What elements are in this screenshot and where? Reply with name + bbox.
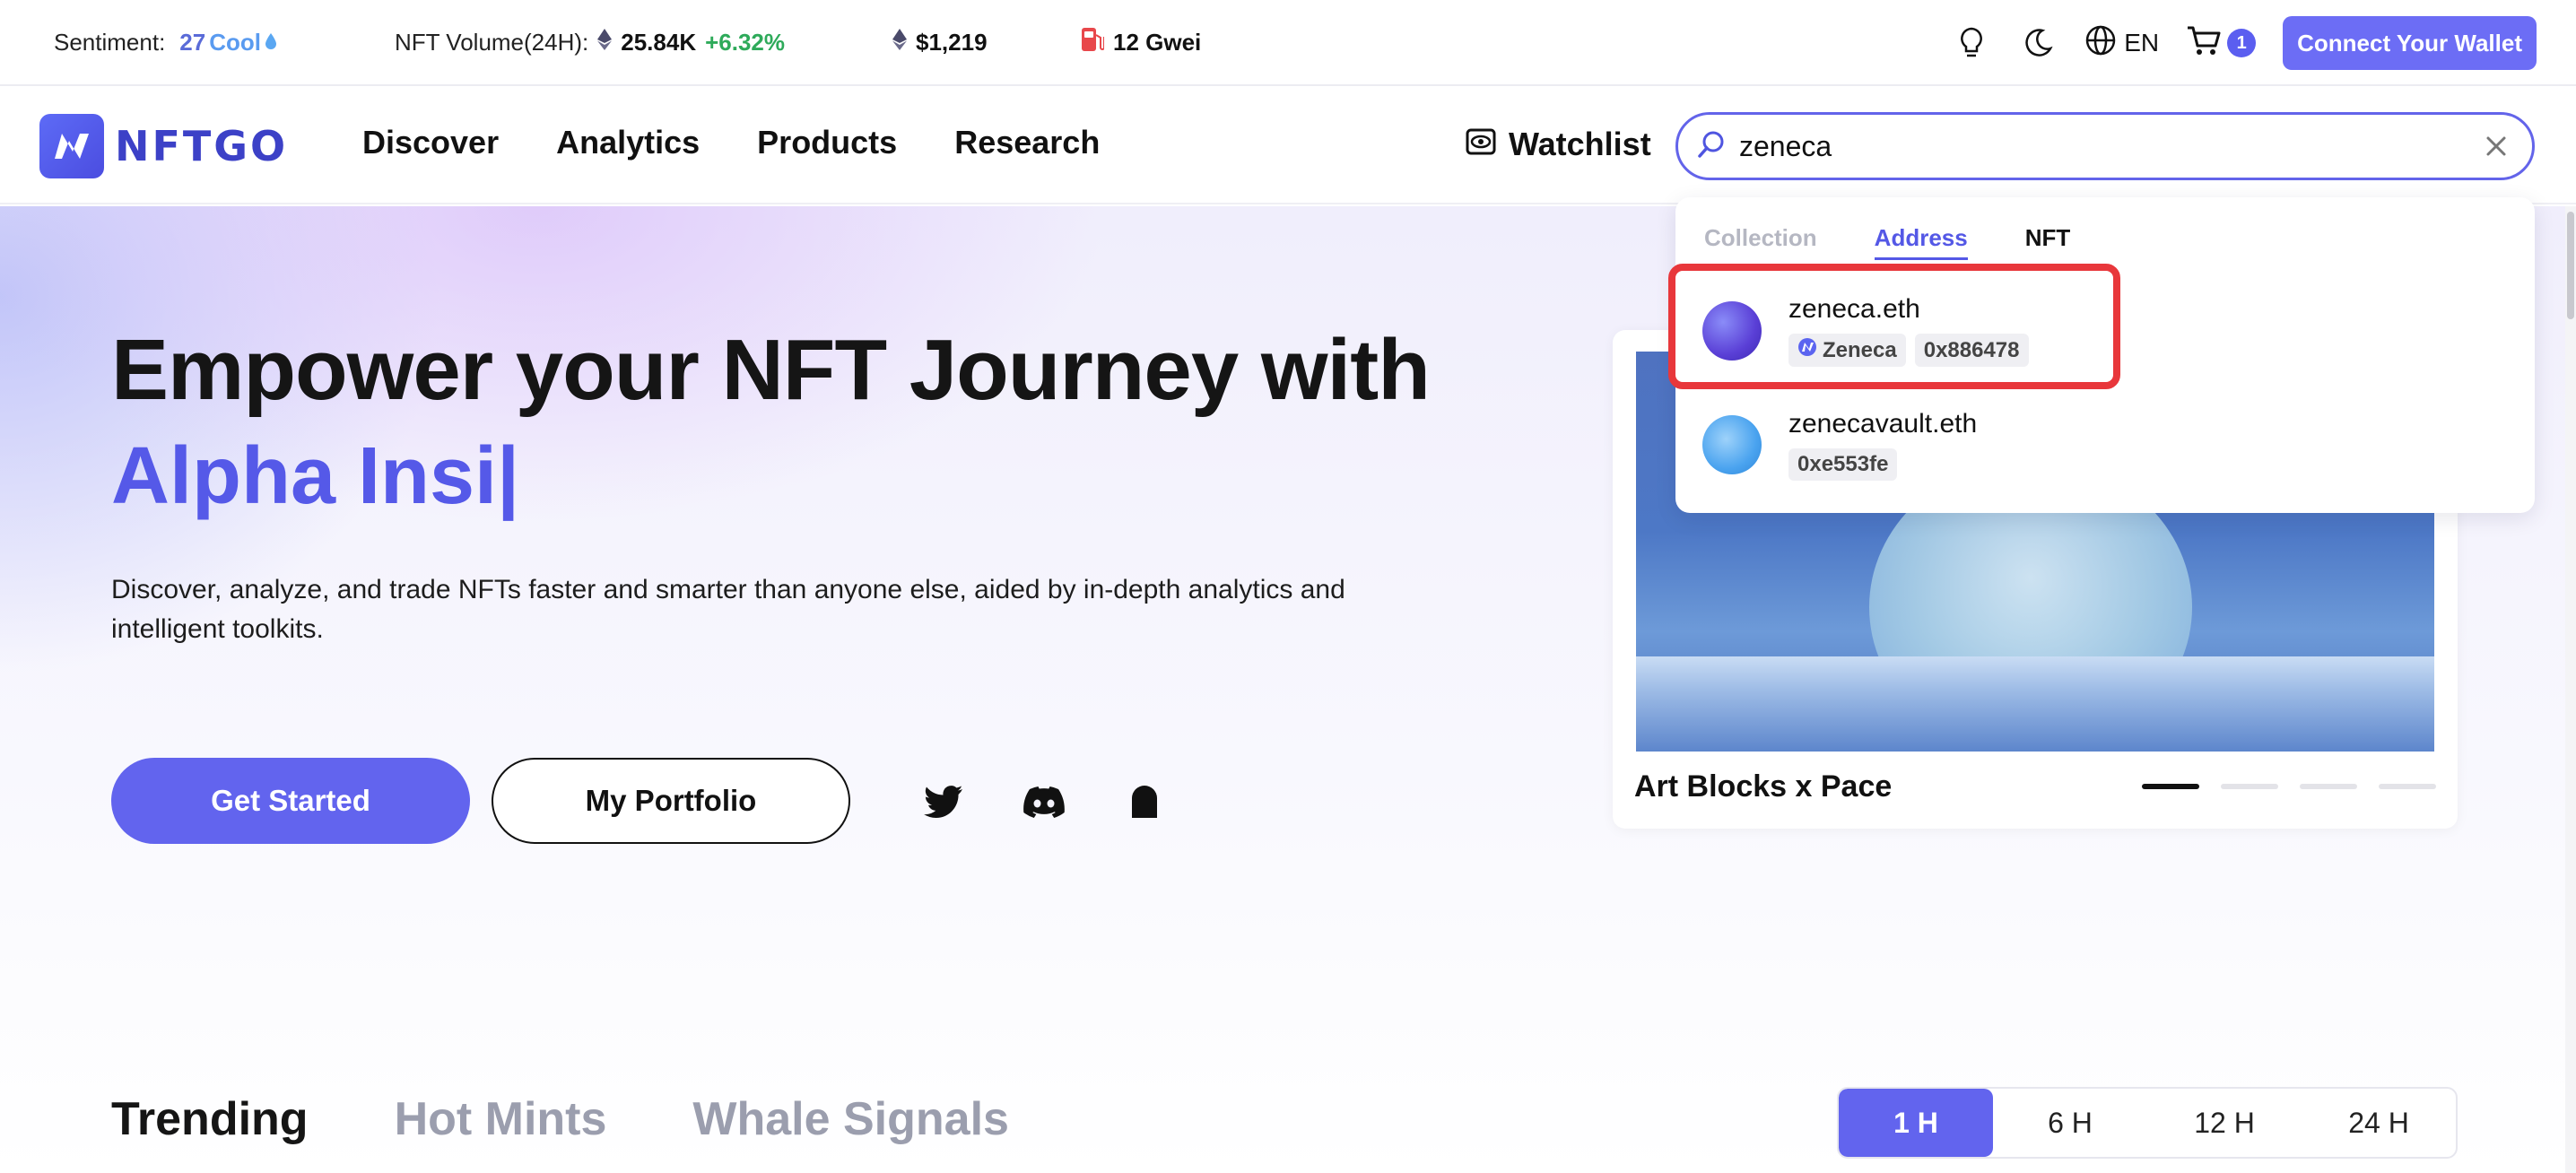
clear-search-icon[interactable] (2478, 128, 2514, 164)
avatar (1702, 415, 1762, 474)
gas-indicator[interactable]: 12 Gwei (1081, 26, 1260, 59)
sentiment-status: Cool (209, 28, 261, 56)
search-input[interactable] (1739, 129, 2478, 163)
logo-text: NFTGO (115, 122, 289, 170)
eth-icon (892, 28, 907, 56)
tab-hot-mints[interactable]: Hot Mints (395, 1092, 607, 1146)
carousel-dot[interactable] (2300, 784, 2357, 789)
ticker-bar: Sentiment: 27 Cool NFT Volume(24H): 25.8… (0, 0, 2576, 86)
main-navbar: NFTGO Discover Analytics Products Resear… (0, 88, 2576, 204)
eye-icon (1466, 126, 1496, 163)
carousel-dot[interactable] (2142, 784, 2199, 789)
tab-whale-signals[interactable]: Whale Signals (692, 1092, 1009, 1146)
address-tag: 0xe553fe (1788, 448, 1898, 481)
carousel-indicator (2142, 784, 2436, 789)
hero-headline: Empower your NFT Journey with (111, 322, 1431, 418)
language-label: EN (2124, 29, 2160, 56)
carousel-dot[interactable] (2221, 784, 2278, 789)
watchlist-label: Watchlist (1509, 126, 1651, 162)
sentiment-label: Sentiment: (54, 28, 166, 56)
globe-icon (2084, 24, 2117, 63)
featured-collection-title: Art Blocks x Pace (1634, 769, 1893, 804)
time-range-24h[interactable]: 24 H (2302, 1089, 2456, 1157)
page-scrollbar[interactable] (2565, 206, 2576, 1173)
nav-research[interactable]: Research (954, 124, 1100, 161)
time-range-selector: 1 H 6 H 12 H 24 H (1837, 1087, 2458, 1159)
eth-icon (597, 28, 613, 56)
time-range-1h[interactable]: 1 H (1839, 1089, 1993, 1157)
cart-count-badge: 1 (2227, 29, 2257, 57)
twitter-icon[interactable] (922, 780, 965, 823)
section-tabs: Trending Hot Mints Whale Signals (111, 1092, 1009, 1146)
gas-pump-icon (1081, 26, 1105, 59)
lightbulb-icon[interactable] (1952, 23, 1991, 63)
moon-icon[interactable] (2018, 23, 2058, 63)
carousel-dot[interactable] (2379, 784, 2436, 789)
sentiment-value: 27 (179, 28, 206, 56)
medium-icon[interactable] (1123, 780, 1166, 823)
search-icon (1696, 129, 1727, 164)
tab-trending[interactable]: Trending (111, 1092, 309, 1146)
nftgo-logo[interactable]: NFTGO (39, 114, 288, 178)
language-selector[interactable]: EN (2084, 24, 2159, 63)
volume-change: +6.32% (705, 28, 786, 56)
my-portfolio-button[interactable]: My Portfolio (492, 758, 850, 844)
nftgo-logo-icon (39, 114, 104, 178)
search-box[interactable] (1675, 112, 2535, 180)
result-name: zenecavault.eth (1788, 409, 1978, 439)
time-range-12h[interactable]: 12 H (2147, 1089, 2302, 1157)
nft-volume-indicator[interactable]: NFT Volume(24H): 25.84K +6.32% (395, 28, 892, 56)
nav-products[interactable]: Products (757, 124, 897, 161)
scrollbar-thumb[interactable] (2567, 212, 2574, 319)
sentiment-indicator[interactable]: Sentiment: 27 Cool (54, 29, 395, 56)
watchlist-link[interactable]: Watchlist (1466, 126, 1651, 163)
card-horizon (1636, 656, 2434, 752)
nav-discover[interactable]: Discover (362, 124, 499, 161)
primary-nav: Discover Analytics Products Research (362, 124, 1100, 161)
nav-analytics[interactable]: Analytics (556, 124, 700, 161)
water-drop-icon (265, 29, 277, 56)
discord-icon[interactable] (1023, 780, 1066, 823)
eth-price-value: $1,219 (916, 28, 988, 56)
time-range-6h[interactable]: 6 H (1993, 1089, 2147, 1157)
hero-description: Discover, analyze, and trade NFTs faster… (111, 575, 1345, 644)
cart-icon (2186, 24, 2222, 63)
search-category-tabs: Collection Address NFT (1704, 224, 2070, 260)
search-result-item[interactable]: zenecavault.eth 0xe553fe (1702, 409, 1977, 481)
tab-collection[interactable]: Collection (1704, 224, 1817, 260)
volume-label: NFT Volume(24H): (395, 28, 589, 56)
volume-value: 25.84K (621, 28, 697, 56)
highlight-box (1668, 264, 2120, 389)
gas-value: 12 Gwei (1113, 28, 1202, 56)
tab-nft[interactable]: NFT (2025, 224, 2071, 260)
hero-headline-accent: Alpha Insi| (111, 431, 520, 521)
connect-wallet-button[interactable]: Connect Your Wallet (2283, 16, 2537, 70)
cart-button[interactable]: 1 (2186, 24, 2257, 63)
get-started-button[interactable]: Get Started (111, 758, 470, 844)
eth-price-indicator[interactable]: $1,219 (892, 28, 1081, 56)
tab-address[interactable]: Address (1874, 224, 1968, 260)
